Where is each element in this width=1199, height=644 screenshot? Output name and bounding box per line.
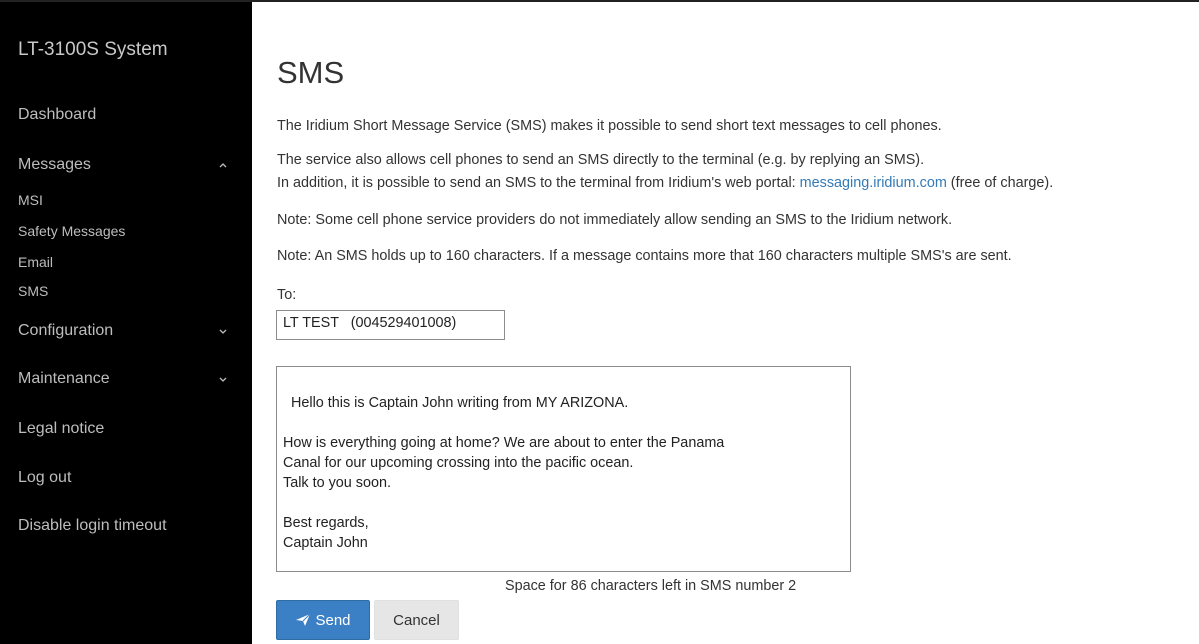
intro-paragraph: The Iridium Short Message Service (SMS) …	[277, 118, 942, 134]
sidebar-item-dashboard[interactable]: Dashboard	[18, 106, 96, 124]
send-icon	[295, 613, 311, 627]
resize-handle-icon[interactable]	[838, 559, 848, 569]
sidebar-subitem-email[interactable]: Email	[18, 254, 53, 270]
chevron-down-icon[interactable]	[216, 325, 230, 339]
message-text: Hello this is Captain John writing from …	[283, 395, 725, 551]
sidebar-item-disable-login-timeout[interactable]: Disable login timeout	[18, 517, 167, 535]
sidebar-item-maintenance[interactable]: Maintenance	[18, 370, 110, 388]
chevron-up-icon[interactable]	[216, 158, 230, 172]
note-characters: Note: An SMS holds up to 160 characters.…	[277, 248, 1012, 264]
sidebar-subitem-safety-messages[interactable]: Safety Messages	[18, 223, 125, 239]
service-info-line2: In addition, it is possible to send an S…	[277, 175, 1053, 191]
sidebar-item-messages[interactable]: Messages	[18, 156, 91, 174]
service-info-suffix: (free of charge).	[946, 175, 1054, 191]
send-button[interactable]: Send	[276, 600, 370, 640]
iridium-portal-link[interactable]: messaging.iridium.com	[800, 175, 947, 191]
recipient-select[interactable]: LT TEST (004529401008)	[276, 310, 505, 340]
sidebar-item-configuration[interactable]: Configuration	[18, 322, 113, 340]
brand-title: LT-3100S System	[18, 39, 168, 60]
sidebar-subitem-msi[interactable]: MSI	[18, 192, 43, 208]
send-label: Send	[315, 611, 351, 629]
sidebar: LT-3100S System Dashboard Messages MSI S…	[0, 2, 252, 644]
sidebar-item-legal-notice[interactable]: Legal notice	[18, 420, 104, 438]
service-info-text: In addition, it is possible to send an S…	[277, 175, 800, 191]
message-textarea[interactable]: Hello this is Captain John writing from …	[276, 366, 851, 572]
note-providers: Note: Some cell phone service providers …	[277, 212, 953, 228]
sidebar-subitem-sms[interactable]: SMS	[18, 283, 48, 299]
cancel-button[interactable]: Cancel	[374, 600, 459, 640]
service-info-line1: The service also allows cell phones to s…	[277, 152, 925, 168]
chevron-down-icon[interactable]	[216, 373, 230, 387]
character-counter: Space for 86 characters left in SMS numb…	[505, 578, 797, 594]
page-title: SMS	[277, 55, 345, 90]
to-label: To:	[277, 287, 297, 303]
sidebar-item-log-out[interactable]: Log out	[18, 469, 71, 487]
cancel-label: Cancel	[393, 611, 440, 629]
